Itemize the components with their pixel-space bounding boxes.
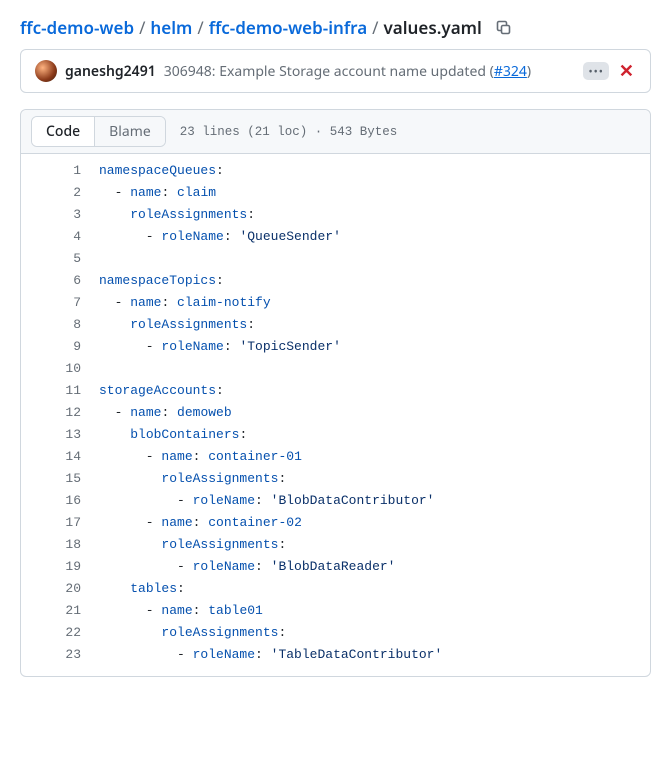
- close-button[interactable]: ✕: [617, 62, 636, 80]
- breadcrumb-sep: /: [196, 16, 204, 39]
- line-number[interactable]: 2: [21, 182, 81, 204]
- source-line: blobContainers:: [99, 424, 650, 446]
- breadcrumb-sep: /: [371, 16, 379, 39]
- line-number[interactable]: 12: [21, 402, 81, 424]
- breadcrumb-part[interactable]: ffc-demo-web: [20, 16, 134, 39]
- more-menu-button[interactable]: •••: [583, 62, 608, 80]
- source-line: roleAssignments:: [99, 622, 650, 644]
- line-number[interactable]: 17: [21, 512, 81, 534]
- line-number[interactable]: 19: [21, 556, 81, 578]
- source-line: - name: demoweb: [99, 402, 650, 424]
- source-line: - name: container-02: [99, 512, 650, 534]
- breadcrumb-part[interactable]: ffc-demo-web-infra: [209, 16, 367, 39]
- line-number[interactable]: 8: [21, 314, 81, 336]
- file-meta: 23 lines (21 loc) · 543 Bytes: [180, 125, 398, 139]
- line-number[interactable]: 20: [21, 578, 81, 600]
- avatar[interactable]: [35, 60, 57, 82]
- line-number[interactable]: 13: [21, 424, 81, 446]
- line-number[interactable]: 11: [21, 380, 81, 402]
- breadcrumb-part[interactable]: helm: [150, 16, 192, 39]
- source-line: - name: table01: [99, 600, 650, 622]
- source-line: - roleName: 'BlobDataContributor': [99, 490, 650, 512]
- source-line: roleAssignments:: [99, 204, 650, 226]
- source-line: roleAssignments:: [99, 314, 650, 336]
- copy-path-button[interactable]: [496, 20, 512, 36]
- commit-message[interactable]: 306948: Example Storage account name upd…: [164, 62, 531, 81]
- breadcrumb: ffc-demo-web / helm / ffc-demo-web-infra…: [0, 0, 671, 49]
- line-number[interactable]: 23: [21, 644, 81, 666]
- source-line: [99, 248, 650, 270]
- source-line: - roleName: 'QueueSender': [99, 226, 650, 248]
- source-line: namespaceQueues:: [99, 160, 650, 182]
- source-line: roleAssignments:: [99, 534, 650, 556]
- source-line: [99, 358, 650, 380]
- breadcrumb-sep: /: [138, 16, 146, 39]
- line-number[interactable]: 9: [21, 336, 81, 358]
- source-line: - roleName: 'BlobDataReader': [99, 556, 650, 578]
- source-line: tables:: [99, 578, 650, 600]
- code-blame-toggle: Code Blame: [31, 116, 166, 147]
- source-line: - name: claim-notify: [99, 292, 650, 314]
- source-line: storageAccounts:: [99, 380, 650, 402]
- line-number[interactable]: 18: [21, 534, 81, 556]
- commit-author[interactable]: ganeshg2491: [65, 62, 156, 81]
- source-line: - name: claim: [99, 182, 650, 204]
- source-line: namespaceTopics:: [99, 270, 650, 292]
- source-lines: namespaceQueues: - name: claim roleAssig…: [99, 160, 650, 666]
- line-number[interactable]: 15: [21, 468, 81, 490]
- line-number[interactable]: 6: [21, 270, 81, 292]
- commit-message-text: Example Storage account name updated: [219, 62, 486, 81]
- breadcrumb-leaf: values.yaml: [384, 16, 482, 39]
- line-number[interactable]: 10: [21, 358, 81, 380]
- source-line: - roleName: 'TableDataContributor': [99, 644, 650, 666]
- source-line: - name: container-01: [99, 446, 650, 468]
- line-number[interactable]: 5: [21, 248, 81, 270]
- latest-commit-box: ganeshg2491 306948: Example Storage acco…: [20, 49, 651, 93]
- source-line: - roleName: 'TopicSender': [99, 336, 650, 358]
- code-toolbar: Code Blame 23 lines (21 loc) · 543 Bytes: [21, 110, 650, 154]
- line-number[interactable]: 7: [21, 292, 81, 314]
- line-number[interactable]: 14: [21, 446, 81, 468]
- tab-blame[interactable]: Blame: [94, 117, 165, 146]
- line-number[interactable]: 22: [21, 622, 81, 644]
- pr-link[interactable]: #324: [494, 62, 527, 81]
- line-number[interactable]: 4: [21, 226, 81, 248]
- copy-icon: [496, 20, 512, 36]
- code-body: 1234567891011121314151617181920212223 na…: [21, 154, 650, 676]
- line-number[interactable]: 21: [21, 600, 81, 622]
- latest-commit-row: ganeshg2491 306948: Example Storage acco…: [21, 50, 650, 92]
- line-number[interactable]: 1: [21, 160, 81, 182]
- line-number[interactable]: 3: [21, 204, 81, 226]
- code-viewer: Code Blame 23 lines (21 loc) · 543 Bytes…: [20, 109, 651, 677]
- tab-code[interactable]: Code: [32, 117, 94, 146]
- line-number[interactable]: 16: [21, 490, 81, 512]
- commit-sha: 306948: [164, 62, 212, 81]
- source-line: roleAssignments:: [99, 468, 650, 490]
- line-number-gutter: 1234567891011121314151617181920212223: [21, 160, 99, 666]
